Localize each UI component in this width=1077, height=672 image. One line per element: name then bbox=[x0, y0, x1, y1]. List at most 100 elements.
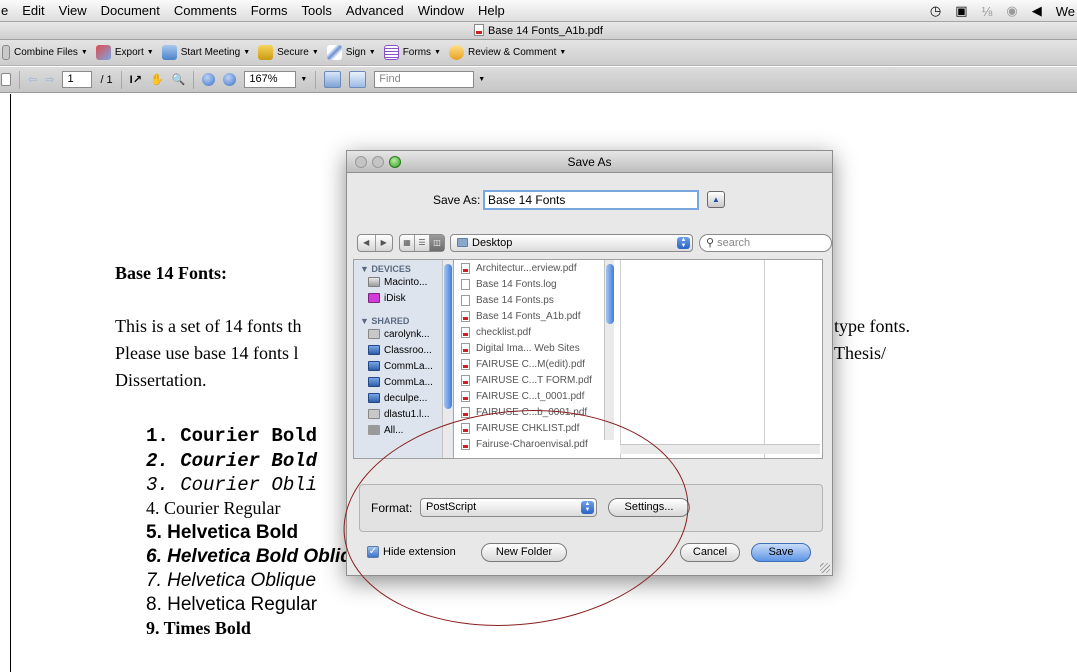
resize-grip-icon[interactable] bbox=[820, 563, 830, 573]
menu-help[interactable]: Help bbox=[471, 3, 512, 18]
zoom-dropdown-icon[interactable]: ▼ bbox=[300, 76, 307, 83]
previous-page-icon[interactable]: ⇦ bbox=[28, 73, 37, 86]
sidebar-scrollbar[interactable] bbox=[442, 260, 452, 458]
font-list-item-courier-oblique: 3. Courier Obli bbox=[146, 474, 318, 496]
comment-bubble-icon bbox=[448, 45, 464, 60]
column-divider bbox=[764, 260, 765, 458]
file-item[interactable]: Base 14 Fonts_A1b.pdf bbox=[457, 308, 609, 324]
file-item[interactable]: checklist.pdf bbox=[457, 324, 609, 340]
sidebar-scroll-thumb[interactable] bbox=[444, 264, 452, 409]
file-list-scroll-thumb[interactable] bbox=[606, 264, 614, 324]
file-item[interactable]: Digital Ima... Web Sites bbox=[457, 340, 609, 356]
find-input[interactable]: Find bbox=[374, 71, 475, 88]
pdf-file-icon bbox=[461, 310, 470, 322]
secure-button[interactable]: Secure ▼ bbox=[258, 45, 319, 60]
file-item[interactable]: Base 14 Fonts.ps bbox=[457, 292, 609, 308]
sign-button[interactable]: Sign ▼ bbox=[326, 45, 376, 60]
sidebar-item-idisk[interactable]: iDisk bbox=[354, 290, 453, 306]
collapse-dialog-button[interactable]: ▲ bbox=[707, 191, 725, 208]
menu-document[interactable]: Document bbox=[94, 3, 167, 18]
save-button[interactable]: Save bbox=[751, 543, 811, 562]
toolbar-divider bbox=[193, 70, 195, 89]
menu-file[interactable]: e bbox=[0, 3, 15, 18]
location-popup[interactable]: Desktop ▲ ▼ bbox=[450, 234, 693, 252]
minimize-window-icon[interactable] bbox=[372, 156, 384, 168]
back-icon[interactable]: ◀ bbox=[358, 235, 376, 251]
start-meeting-button[interactable]: Start Meeting ▼ bbox=[161, 45, 250, 60]
sidebar-item-shared[interactable]: deculpe... bbox=[354, 390, 453, 406]
sidebar-item-macintosh[interactable]: Macinto... bbox=[354, 274, 453, 290]
format-select[interactable]: PostScript ▲ ▼ bbox=[420, 498, 597, 517]
menu-view[interactable]: View bbox=[52, 3, 94, 18]
zoom-out-icon[interactable] bbox=[202, 73, 216, 86]
settings-button[interactable]: Settings... bbox=[608, 498, 690, 517]
file-item[interactable]: FAIRUSE C...T FORM.pdf bbox=[457, 372, 609, 388]
wifi-icon[interactable]: ◉ bbox=[1006, 3, 1017, 19]
fit-width-icon[interactable] bbox=[324, 71, 342, 88]
menu-tools[interactable]: Tools bbox=[295, 3, 339, 18]
next-page-icon[interactable]: ⇨ bbox=[45, 73, 54, 86]
time-machine-icon[interactable]: ◷ bbox=[930, 3, 941, 19]
hand-tool-icon[interactable]: ✋ bbox=[150, 73, 164, 86]
file-list-scrollbar[interactable] bbox=[604, 260, 614, 440]
column-divider bbox=[620, 260, 621, 458]
triangle-up-icon: ▲ bbox=[712, 195, 720, 204]
zoom-in-icon[interactable] bbox=[223, 73, 237, 86]
fit-page-icon[interactable] bbox=[349, 71, 367, 88]
dropdown-arrow-icon: ▼ bbox=[146, 49, 154, 56]
horizontal-scrollbar[interactable] bbox=[620, 444, 820, 454]
binoculars-icon[interactable]: ▣ bbox=[955, 3, 967, 19]
menu-comments[interactable]: Comments bbox=[167, 3, 244, 18]
pdf-file-icon bbox=[461, 342, 470, 354]
volume-icon[interactable]: ◀ bbox=[1032, 3, 1042, 19]
zoom-tool-icon[interactable]: 🔍 bbox=[172, 73, 186, 86]
search-input[interactable]: ⚲ search bbox=[699, 234, 832, 252]
sidebar-item-shared[interactable]: carolynk... bbox=[354, 326, 453, 342]
cancel-button[interactable]: Cancel bbox=[680, 543, 740, 562]
menu-window[interactable]: Window bbox=[411, 3, 471, 18]
dialog-title-bar: Save As bbox=[347, 151, 832, 173]
menu-extra-text[interactable]: We bbox=[1056, 4, 1075, 19]
column-view-icon[interactable]: ◫ bbox=[430, 235, 444, 251]
select-tool-icon[interactable]: I↗ bbox=[130, 73, 142, 86]
file-item[interactable]: Fairuse-Charoenvisal.pdf bbox=[457, 436, 609, 452]
menu-edit[interactable]: Edit bbox=[15, 3, 51, 18]
hard-disk-icon bbox=[368, 277, 380, 287]
review-comment-button[interactable]: Review & Comment ▼ bbox=[448, 45, 566, 60]
file-item[interactable]: Base 14 Fonts.log bbox=[457, 276, 609, 292]
page-thumbnail-icon[interactable] bbox=[1, 73, 11, 86]
page-number-input[interactable]: 1 bbox=[62, 71, 93, 88]
font-list-item-courier-bold: 1. Courier Bold bbox=[146, 425, 318, 447]
pdf-file-icon bbox=[461, 406, 470, 418]
sidebar-item-shared[interactable]: dlastu1.l... bbox=[354, 406, 453, 422]
find-dropdown-icon[interactable]: ▼ bbox=[478, 76, 485, 83]
combine-files-button[interactable]: Combine Files ▼ bbox=[2, 45, 88, 60]
pdf-file-icon bbox=[461, 358, 470, 370]
list-view-icon[interactable]: ☰ bbox=[415, 235, 430, 251]
close-window-icon[interactable] bbox=[355, 156, 367, 168]
sidebar-item-all[interactable]: All... bbox=[354, 422, 453, 438]
bluetooth-icon[interactable]: ⅛ bbox=[982, 4, 993, 19]
location-value: Desktop bbox=[472, 237, 513, 249]
file-item[interactable]: FAIRUSE CHKLIST.pdf bbox=[457, 420, 609, 436]
hide-extension-checkbox[interactable]: ✓ Hide extension bbox=[367, 546, 456, 558]
menu-forms[interactable]: Forms bbox=[244, 3, 295, 18]
sidebar-item-shared[interactable]: CommLa... bbox=[354, 358, 453, 374]
format-value: PostScript bbox=[426, 501, 477, 513]
new-folder-button[interactable]: New Folder bbox=[481, 543, 567, 562]
zoom-level-field[interactable]: 167% bbox=[244, 71, 297, 88]
file-item[interactable]: Architectur...erview.pdf bbox=[457, 260, 609, 276]
icon-view-icon[interactable]: ▦ bbox=[400, 235, 415, 251]
file-item[interactable]: FAIRUSE C...M(edit).pdf bbox=[457, 356, 609, 372]
popup-stepper-icon: ▲ ▼ bbox=[677, 237, 690, 249]
file-item[interactable]: FAIRUSE C...b_0001.pdf bbox=[457, 404, 609, 420]
sidebar-item-shared[interactable]: Classroo... bbox=[354, 342, 453, 358]
filename-input[interactable]: Base 14 Fonts bbox=[483, 190, 699, 210]
forms-button[interactable]: Forms ▼ bbox=[383, 45, 441, 60]
menu-advanced[interactable]: Advanced bbox=[339, 3, 411, 18]
zoom-window-icon[interactable] bbox=[389, 156, 401, 168]
export-button[interactable]: Export ▼ bbox=[95, 45, 154, 60]
forward-icon[interactable]: ▶ bbox=[376, 235, 393, 251]
sidebar-item-shared[interactable]: CommLa... bbox=[354, 374, 453, 390]
file-item[interactable]: FAIRUSE C...t_0001.pdf bbox=[457, 388, 609, 404]
